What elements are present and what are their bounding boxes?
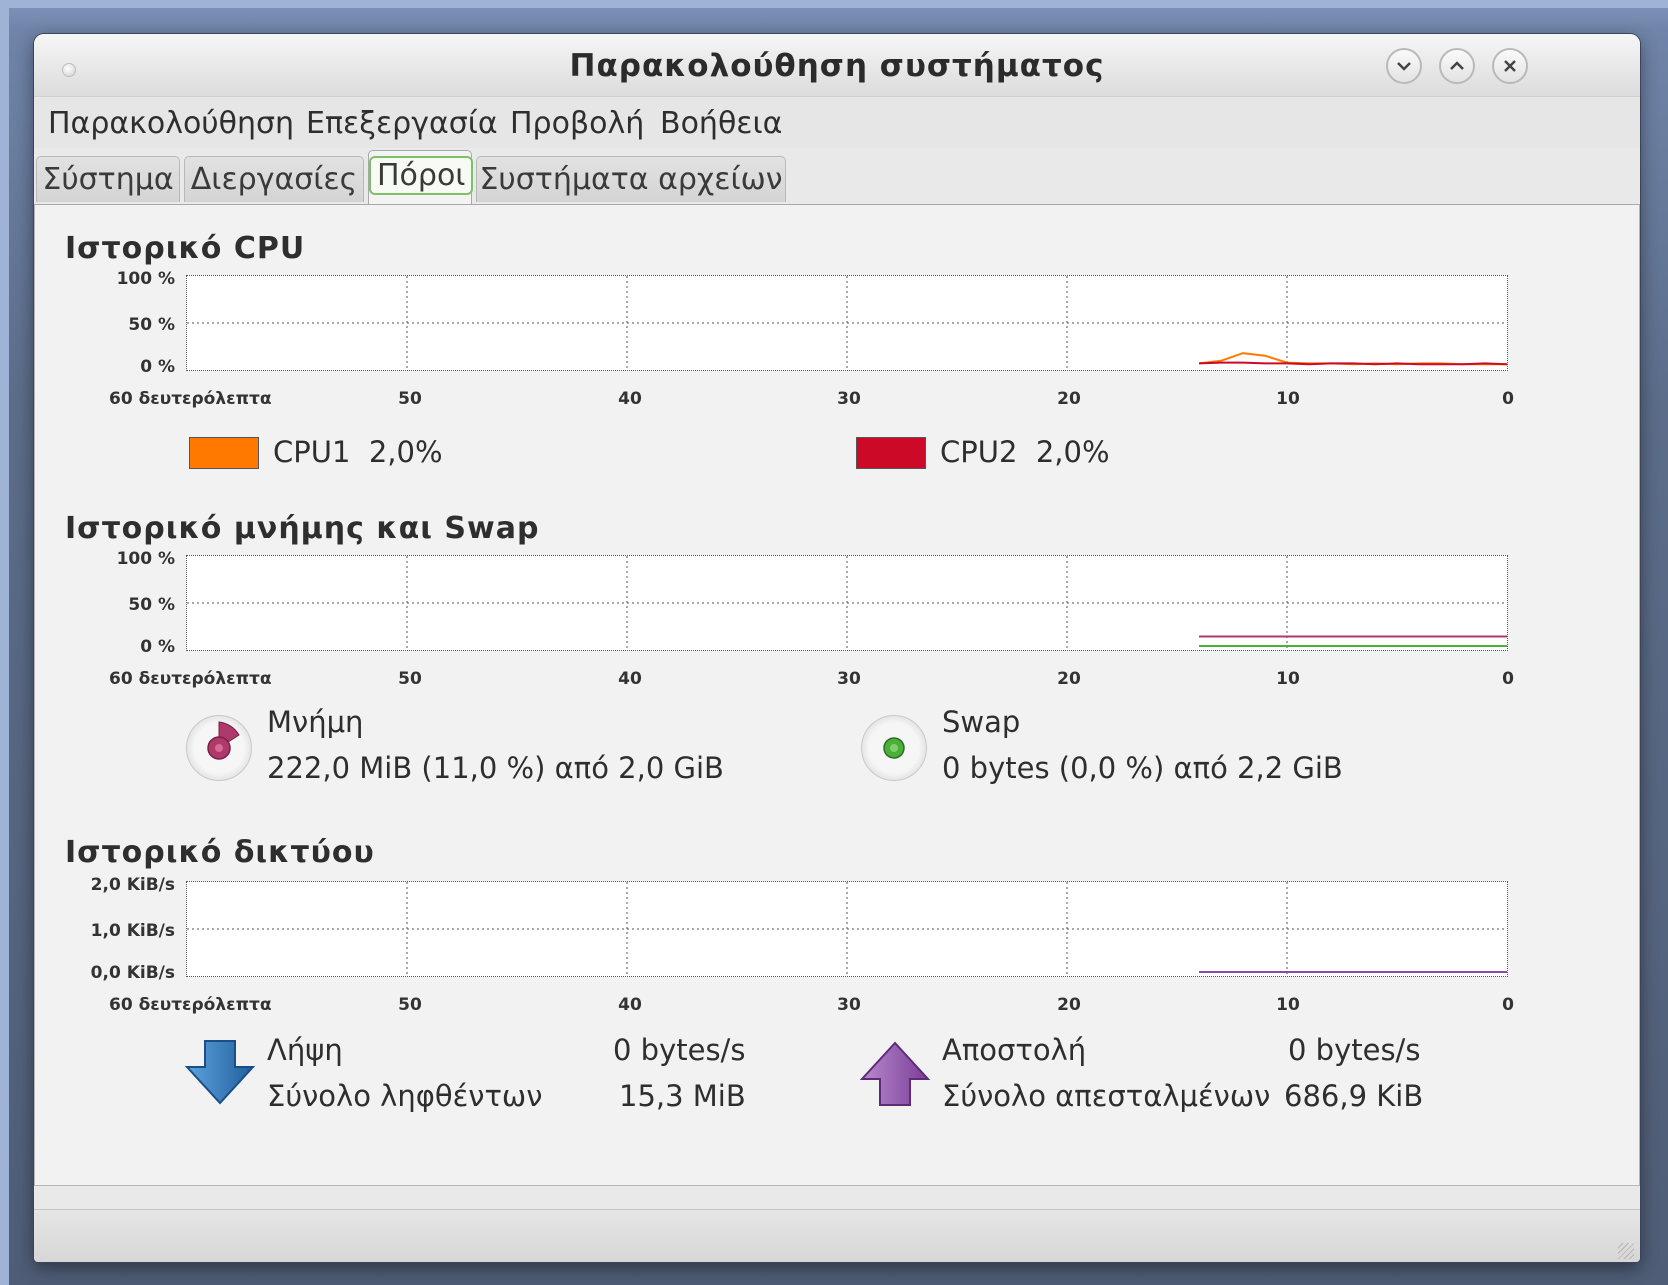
close-button[interactable] — [1492, 48, 1528, 84]
menubar: Παρακολούθηση Επεξεργασία Προβολή Βοήθει… — [34, 98, 1640, 148]
tab-resources[interactable]: Πόροι — [368, 150, 474, 204]
swap-pie-icon[interactable] — [861, 715, 927, 781]
network-xtick: 60 δευτερόλεπτα — [109, 995, 272, 1015]
resize-grip-icon[interactable] — [1618, 1243, 1634, 1259]
memory-usage-value: 222,0 MiB (11,0 %) από 2,0 GiB — [267, 751, 724, 785]
memory-ytick: 100 % — [116, 549, 175, 569]
network-xtick: 40 — [618, 995, 642, 1015]
cpu-xtick: 60 δευτερόλεπτα — [109, 389, 272, 409]
memory-history-graph — [186, 555, 1508, 651]
network-xtick: 50 — [398, 995, 422, 1015]
chevron-up-icon — [1450, 61, 1464, 70]
send-label: Αποστολή — [942, 1033, 1087, 1067]
network-history-title: Ιστορικό δικτύου — [65, 835, 375, 870]
sent-total-value: 686,9 KiB — [1284, 1079, 1424, 1113]
cpu1-legend-label: CPU1 2,0% — [273, 435, 443, 469]
tab-processes[interactable]: Διεργασίες — [184, 156, 364, 202]
cpu-xtick: 40 — [618, 389, 642, 409]
send-rate: 0 bytes/s — [1288, 1033, 1421, 1067]
memory-xtick: 40 — [618, 669, 642, 689]
received-total-value: 15,3 MiB — [619, 1079, 746, 1113]
swap-usage-value: 0 bytes (0,0 %) από 2,2 GiB — [942, 751, 1343, 785]
cpu-history-graph — [186, 275, 1508, 371]
menu-edit[interactable]: Επεξεργασία — [306, 106, 498, 141]
cpu-history-title: Ιστορικό CPU — [65, 231, 306, 266]
memory-xtick: 10 — [1276, 669, 1300, 689]
network-xtick: 0 — [1502, 995, 1514, 1015]
maximize-button[interactable] — [1439, 48, 1475, 84]
memory-xtick: 20 — [1057, 669, 1081, 689]
cpu-ytick: 0 % — [140, 357, 175, 377]
cpu-xtick: 0 — [1502, 389, 1514, 409]
system-monitor-window: Παρακολούθηση συστήματος Παρακολούθηση Ε… — [34, 34, 1640, 1262]
cpu1-color-swatch[interactable] — [189, 437, 259, 469]
minimize-button[interactable] — [1386, 48, 1422, 84]
memory-label: Μνήμη — [267, 705, 364, 739]
cpu2-series-line — [1198, 361, 1507, 366]
memory-ytick: 50 % — [128, 595, 175, 615]
cpu-ytick: 50 % — [128, 315, 175, 335]
receive-label: Λήψη — [267, 1033, 343, 1067]
tab-file-systems[interactable]: Συστήματα αρχείων — [476, 156, 786, 202]
resources-panel: Ιστορικό CPU 100 % 50 % 0 % 60 δευτερόλε… — [34, 204, 1640, 1186]
cpu2-color-swatch[interactable] — [856, 437, 926, 469]
tab-resources-label: Πόροι — [369, 156, 474, 195]
graph-canvas — [187, 556, 1507, 650]
graph-canvas — [187, 882, 1507, 976]
network-xtick: 10 — [1276, 995, 1300, 1015]
cpu-xtick: 50 — [398, 389, 422, 409]
receive-arrow-icon[interactable] — [183, 1037, 257, 1113]
memory-ytick: 0 % — [140, 637, 175, 657]
chevron-down-icon — [1397, 62, 1411, 71]
cpu-ytick: 100 % — [116, 269, 175, 289]
memory-xtick: 50 — [398, 669, 422, 689]
menu-help[interactable]: Βοήθεια — [660, 106, 782, 141]
menu-monitor[interactable]: Παρακολούθηση — [48, 106, 294, 141]
memory-xtick: 60 δευτερόλεπτα — [109, 669, 272, 689]
menu-view[interactable]: Προβολή — [510, 106, 644, 141]
tab-bar: Σύστημα Διεργασίες Πόροι Συστήματα αρχεί… — [34, 150, 1640, 204]
desktop-top-strip — [0, 0, 1668, 8]
titlebar[interactable]: Παρακολούθηση συστήματος — [34, 34, 1640, 97]
memory-history-title: Ιστορικό μνήμης και Swap — [65, 511, 540, 546]
desktop-left-strip — [0, 0, 9, 1285]
cpu-xtick: 20 — [1057, 389, 1081, 409]
tab-system[interactable]: Σύστημα — [36, 156, 180, 202]
network-history-graph — [186, 881, 1508, 977]
sent-total-label: Σύνολο απεσταλμένων — [942, 1079, 1271, 1113]
received-total-label: Σύνολο ληφθέντων — [267, 1079, 543, 1113]
network-ytick: 0,0 KiB/s — [90, 963, 175, 983]
network-ytick: 2,0 KiB/s — [90, 875, 175, 895]
graph-canvas — [187, 276, 1507, 370]
receive-rate: 0 bytes/s — [613, 1033, 746, 1067]
swap-label: Swap — [942, 705, 1021, 739]
cpu-xtick: 10 — [1276, 389, 1300, 409]
memory-xtick: 0 — [1502, 669, 1514, 689]
memory-xtick: 30 — [837, 669, 861, 689]
statusbar — [34, 1209, 1640, 1262]
network-xtick: 30 — [837, 995, 861, 1015]
cpu2-legend-label: CPU2 2,0% — [940, 435, 1110, 469]
send-arrow-icon[interactable] — [858, 1037, 932, 1113]
cpu-xtick: 30 — [837, 389, 861, 409]
close-icon — [1504, 60, 1516, 72]
network-xtick: 20 — [1057, 995, 1081, 1015]
network-ytick: 1,0 KiB/s — [90, 921, 175, 941]
memory-pie-icon[interactable] — [186, 715, 252, 781]
